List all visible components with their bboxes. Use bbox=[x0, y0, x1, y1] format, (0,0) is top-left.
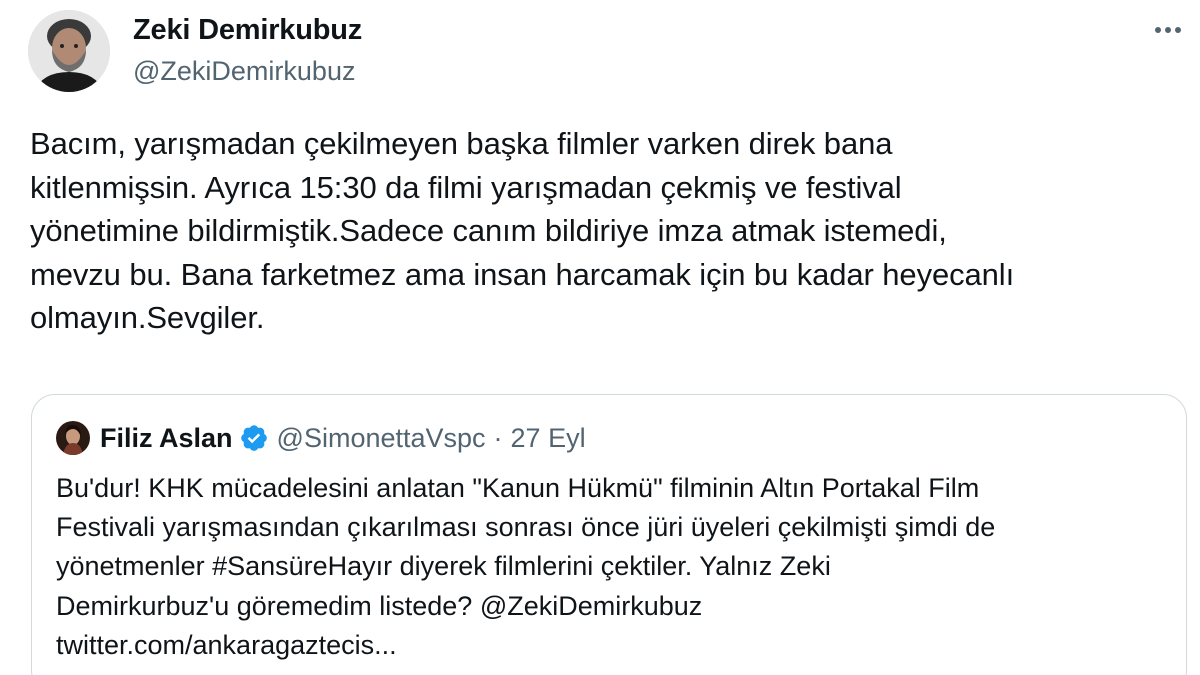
author-avatar[interactable] bbox=[28, 10, 110, 92]
author-handle[interactable]: @ZekiDemirkubuz bbox=[133, 56, 355, 87]
quoted-tweet[interactable]: Filiz Aslan @SimonettaVspc · 27 Eyl Bu'd… bbox=[31, 394, 1187, 675]
tweet-text-line: yönetimine bildirmiştik.Sadece canım bil… bbox=[30, 213, 947, 248]
quoted-author-avatar[interactable] bbox=[56, 421, 90, 455]
tweet-text-line: olmayın.Sevgiler. bbox=[30, 300, 265, 335]
quoted-text-line: Festivali yarışmasından çıkarılması sonr… bbox=[56, 512, 996, 543]
quoted-author-display-name[interactable]: Filiz Aslan bbox=[100, 423, 233, 454]
tweet-card: Zeki Demirkubuz @ZekiDemirkubuz Bacım, y… bbox=[0, 0, 1200, 675]
tweet-text-line: mevzu bu. Bana farketmez ama insan harca… bbox=[30, 256, 1015, 292]
tweet-text: Bacım, yarışmadan çekilmeyen başka filml… bbox=[30, 122, 1180, 340]
quoted-author-handle[interactable]: @SimonettaVspc bbox=[277, 423, 486, 454]
more-options-button[interactable] bbox=[1148, 12, 1188, 48]
quoted-tweet-date[interactable]: 27 Eyl bbox=[511, 423, 586, 454]
quoted-text-line: Bu'dur! KHK mücadelesini anlatan "Kanun … bbox=[56, 473, 980, 503]
header-separator: · bbox=[493, 422, 503, 453]
quoted-tweet-text: Bu'dur! KHK mücadelesini anlatan "Kanun … bbox=[56, 469, 1166, 665]
tweet-text-line: Bacım, yarışmadan çekilmeyen başka filml… bbox=[30, 126, 893, 161]
more-horizontal-icon bbox=[1155, 27, 1161, 33]
more-horizontal-icon-dot bbox=[1175, 27, 1181, 33]
verified-badge-icon bbox=[240, 425, 267, 451]
quoted-link[interactable]: twitter.com/ankaragaztecis... bbox=[56, 626, 1166, 665]
author-display-name[interactable]: Zeki Demirkubuz bbox=[133, 14, 362, 47]
quoted-author-avatar-image bbox=[56, 421, 90, 455]
quoted-text-line: yönetmenler #SansüreHayır diyerek filmle… bbox=[56, 551, 831, 582]
tweet-text-line: kitlenmişsin. Ayrıca 15:30 da filmi yarı… bbox=[30, 169, 902, 205]
author-avatar-image bbox=[28, 10, 110, 92]
quoted-tweet-header: Filiz Aslan @SimonettaVspc · 27 Eyl bbox=[56, 421, 586, 455]
quoted-text-line: Demirkurbuz'u göremedim listede? @ZekiDe… bbox=[56, 590, 703, 621]
more-horizontal-icon-dot bbox=[1165, 27, 1171, 33]
